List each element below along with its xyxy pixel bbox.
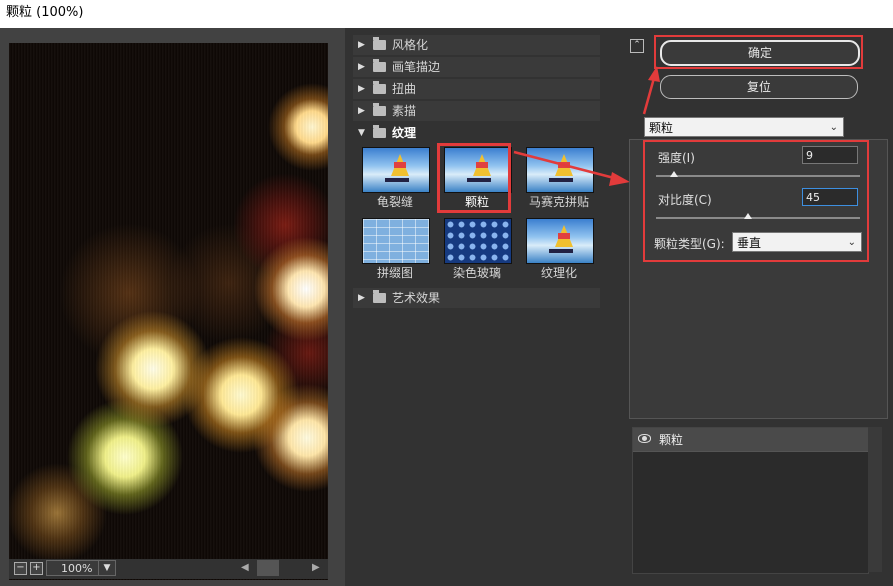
- ok-highlight: [654, 35, 863, 69]
- filter-select-value: 颗粒: [649, 121, 674, 135]
- params-highlight: [643, 140, 869, 262]
- layers-scrollbar[interactable]: [868, 427, 882, 572]
- arrowhead-params: [609, 172, 630, 186]
- chevron-down-icon: ⌄: [829, 122, 838, 133]
- effect-layer-label: 颗粒: [659, 433, 684, 447]
- eye-icon[interactable]: [638, 434, 651, 443]
- settings-panel: ⌃ 确定 复位 颗粒 ⌄ 强度(I) 9 对比度(C) 45 颗粒类型(G): …: [628, 28, 893, 586]
- filter-gallery-dialog: − + 100% ▼ ◀ ▶ ▶ 风格化 ▶ 画笔描边 ▶ 扭曲 ▶ 素描 ▼ …: [0, 28, 893, 586]
- arrow-to-params: [513, 150, 619, 181]
- effect-layer-row[interactable]: 颗粒: [633, 428, 868, 452]
- collapse-gallery-icon[interactable]: ⌃: [630, 39, 644, 53]
- window-title: 颗粒 (100%): [0, 0, 893, 28]
- filter-select[interactable]: 颗粒 ⌄: [644, 117, 844, 137]
- reset-button[interactable]: 复位: [660, 75, 858, 99]
- effect-layers-list: 颗粒: [632, 427, 869, 574]
